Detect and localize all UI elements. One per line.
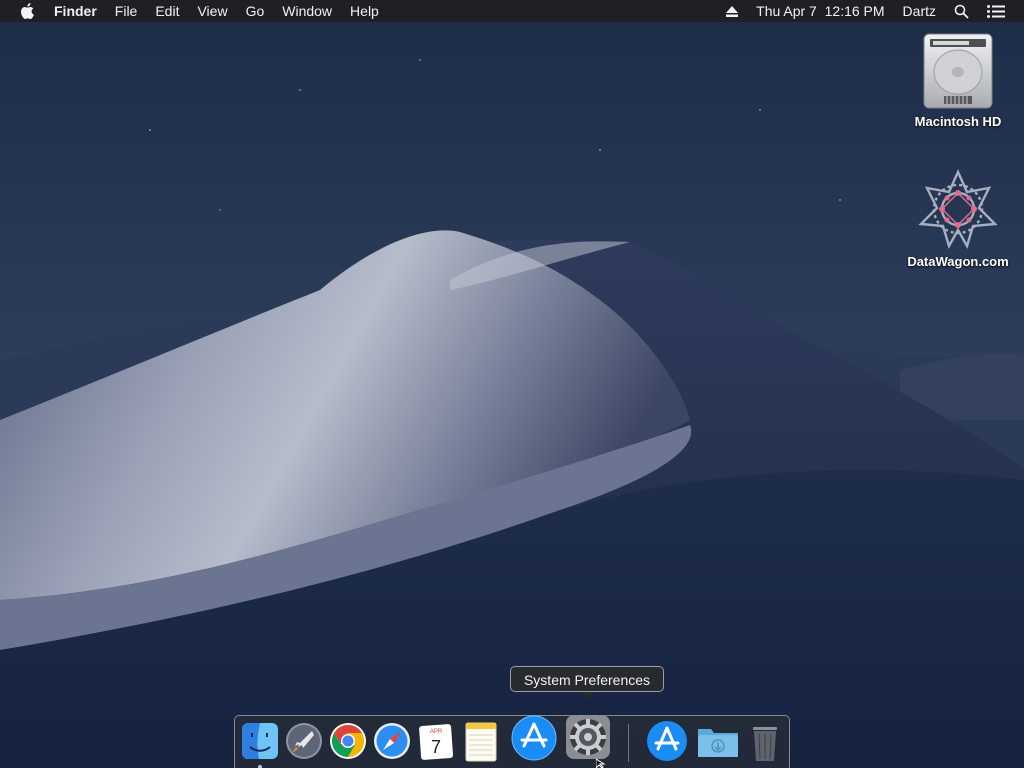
dock-item-downloads[interactable]	[695, 719, 739, 763]
hard-drive-icon	[923, 33, 993, 109]
dock-item-safari[interactable]	[370, 719, 414, 763]
chrome-icon	[330, 723, 366, 759]
safari-icon	[374, 723, 410, 759]
menu-app-finder[interactable]: Finder	[44, 0, 106, 22]
dock-item-system-preferences[interactable]	[564, 713, 610, 759]
dock-item-calendar[interactable]: APR 7	[414, 719, 458, 763]
notification-center-icon	[987, 4, 1005, 18]
desktop-icon-label: Macintosh HD	[914, 114, 1002, 129]
system-preferences-icon	[566, 715, 610, 759]
finder-icon	[242, 723, 278, 759]
dock-item-finder[interactable]	[238, 719, 282, 768]
mouse-cursor-icon	[596, 759, 606, 768]
app-store-icon	[511, 715, 557, 761]
spotlight-search-icon	[954, 4, 969, 19]
wallpaper	[0, 0, 1024, 768]
menu-edit[interactable]: Edit	[146, 0, 188, 22]
clock[interactable]: Thu Apr 7 12:16 PM	[747, 0, 893, 22]
menu-help[interactable]: Help	[341, 0, 388, 22]
launchpad-icon	[286, 723, 322, 759]
notification-center-button[interactable]	[978, 0, 1014, 22]
dock-item-app-store-downloads[interactable]	[645, 719, 689, 763]
desktop-icon-datawagon[interactable]: DataWagon.com	[898, 168, 1018, 269]
dock-separator	[628, 724, 629, 762]
dock-item-chrome[interactable]	[326, 719, 370, 763]
notes-icon	[465, 722, 497, 762]
eject-menu-extra[interactable]	[717, 0, 747, 22]
menu-bar: Finder File Edit View Go Window Help Thu…	[0, 0, 1024, 22]
menu-window[interactable]: Window	[273, 0, 341, 22]
dock-tooltip-arrow	[580, 692, 594, 699]
apple-menu[interactable]	[10, 0, 44, 22]
dock-item-launchpad[interactable]	[282, 719, 326, 763]
eject-icon	[726, 5, 739, 17]
user-menu[interactable]: Dartz	[894, 0, 945, 22]
menu-view[interactable]: View	[188, 0, 236, 22]
spotlight-button[interactable]	[945, 0, 978, 22]
dock: APR 7	[234, 715, 790, 768]
desktop-icon-label: DataWagon.com	[907, 254, 1009, 269]
calendar-month: APR	[430, 729, 443, 735]
dock-item-trash[interactable]	[743, 719, 787, 763]
desktop[interactable]: Finder File Edit View Go Window Help Thu…	[0, 0, 1024, 768]
apple-logo-icon	[21, 3, 34, 19]
dock-tooltip: System Preferences	[510, 666, 664, 692]
downloads-folder-icon	[698, 729, 738, 757]
dock-item-notes[interactable]	[458, 719, 502, 763]
network-volume-icon	[918, 169, 998, 250]
menu-go[interactable]: Go	[237, 0, 274, 22]
calendar-day: 7	[431, 737, 441, 757]
calendar-icon: APR 7	[419, 724, 454, 760]
desktop-icon-macintosh-hd[interactable]: Macintosh HD	[898, 32, 1018, 129]
dock-item-app-store[interactable]	[510, 714, 557, 761]
menu-file[interactable]: File	[106, 0, 147, 22]
trash-icon	[753, 727, 777, 761]
app-store-downloads-icon	[647, 721, 687, 761]
